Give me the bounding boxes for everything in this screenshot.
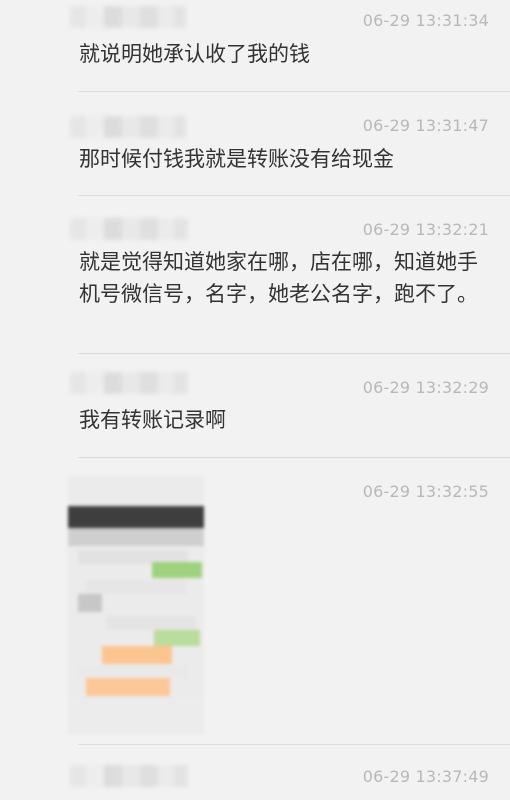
message-item[interactable]: 06-29 13:32:29 我有转账记录啊 — [0, 354, 510, 457]
message-item[interactable]: 06-29 13:31:34 就说明她承认收了我的钱 — [0, 0, 510, 92]
screenshot-row — [68, 700, 204, 730]
screenshot-row — [78, 666, 188, 678]
message-timestamp: 06-29 13:31:34 — [362, 11, 489, 30]
screenshot-bubble-green — [152, 562, 202, 578]
sender-name-blurred — [70, 218, 188, 240]
screenshot-row — [86, 580, 186, 594]
message-item[interactable]: 06-29 13:32:21 就是觉得知道她家在哪，店在哪，知道她手机号微信号，… — [0, 196, 510, 353]
screenshot-bubble-green — [154, 630, 200, 646]
message-timestamp: 06-29 13:32:21 — [362, 220, 489, 239]
sender-name-blurred — [70, 765, 188, 787]
screenshot-bubble-orange — [86, 678, 170, 696]
screenshot-row — [106, 616, 196, 630]
message-item[interactable]: 06-29 13:31:47 那时候付钱我就是转账没有给现金 — [0, 92, 510, 195]
message-item[interactable]: 06-29 13:37:49 — [0, 745, 510, 800]
message-text: 我有转账记录啊 — [79, 408, 226, 432]
image-attachment-blurred[interactable] — [68, 476, 204, 734]
message-timestamp: 06-29 13:32:29 — [362, 378, 489, 397]
message-text: 就是觉得知道她家在哪，店在哪，知道她手机号微信号，名字，她老公名字，跑不了。 — [79, 250, 478, 306]
sender-name-blurred — [70, 116, 186, 138]
chat-history-list[interactable]: 06-29 13:31:34 就说明她承认收了我的钱 06-29 13:31:4… — [0, 0, 510, 800]
message-timestamp: 06-29 13:31:47 — [362, 116, 489, 135]
screenshot-bubble-orange — [102, 646, 172, 664]
sender-name-blurred — [70, 6, 186, 28]
message-timestamp: 06-29 13:32:55 — [362, 482, 489, 501]
message-text: 那时候付钱我就是转账没有给现金 — [79, 147, 394, 171]
message-text: 就说明她承认收了我的钱 — [79, 42, 310, 66]
message-timestamp: 06-29 13:37:49 — [362, 767, 489, 786]
screenshot-header — [68, 528, 204, 546]
screenshot-bubble-grey — [78, 594, 102, 612]
sender-name-blurred — [70, 372, 188, 394]
screenshot-status-bar — [68, 506, 204, 528]
